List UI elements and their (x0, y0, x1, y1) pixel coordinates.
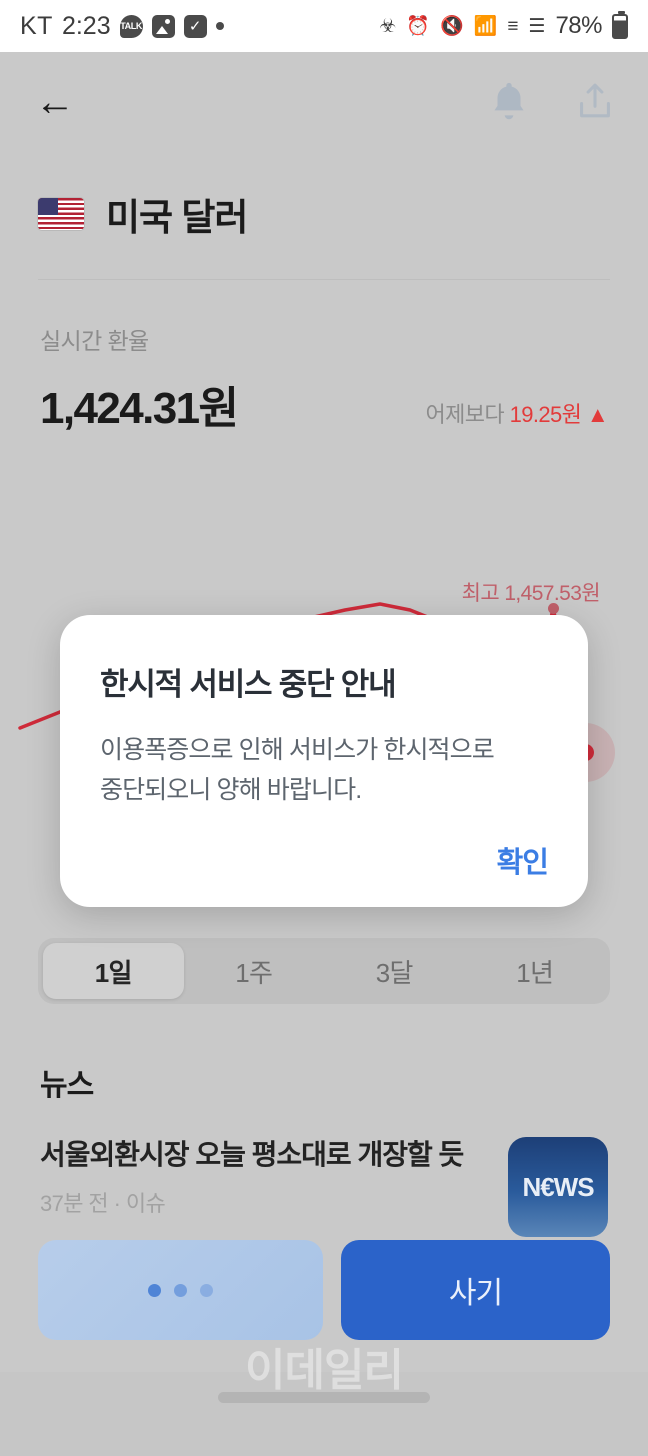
dialog-body: 이용폭증으로 인해 서비스가 한시적으로 중단되오니 양해 바랍니다. (100, 730, 548, 810)
carrier-label: KT (20, 11, 53, 40)
wifi-icon: 📶 (473, 15, 498, 37)
status-bar-left: KT 2:23 TALK ✓ (20, 12, 224, 41)
dialog-body-line-2: 중단되오니 양해 바랍니다. (100, 776, 362, 804)
dot-icon (215, 22, 224, 30)
photo-icon (151, 14, 175, 38)
battery-percent-label: 78% (555, 12, 602, 39)
kakaotalk-icon: TALK (119, 14, 143, 38)
battery-saver-icon: ☣ (379, 15, 397, 37)
mute-icon: 🔇 (439, 15, 464, 37)
dialog-confirm-button[interactable]: 확인 (497, 847, 549, 879)
dialog-actions: 확인 (497, 839, 549, 881)
battery-icon (612, 10, 628, 39)
dialog-body-line-1: 이용폭증으로 인해 서비스가 한시적으로 (100, 736, 495, 764)
hd-icon: ≡ (507, 15, 519, 37)
app-screen: ← 미국 달러 실시간 환율 1,424.31원 어제보다 19.25원 ▲ 최… (0, 52, 648, 1456)
service-notice-dialog: 한시적 서비스 중단 안내 이용폭증으로 인해 서비스가 한시적으로 중단되오니… (60, 615, 588, 907)
clock-label: 2:23 (61, 11, 111, 40)
signal-icon: ☰ (528, 15, 546, 37)
status-bar: KT 2:23 TALK ✓ ☣ ⏰ 🔇 📶 ≡ ☰ 78% (0, 0, 648, 52)
status-bar-right: ☣ ⏰ 🔇 📶 ≡ ☰ 78% (379, 10, 628, 40)
check-icon: ✓ (183, 14, 207, 38)
alarm-icon: ⏰ (406, 15, 430, 37)
dialog-title: 한시적 서비스 중단 안내 (100, 667, 397, 702)
